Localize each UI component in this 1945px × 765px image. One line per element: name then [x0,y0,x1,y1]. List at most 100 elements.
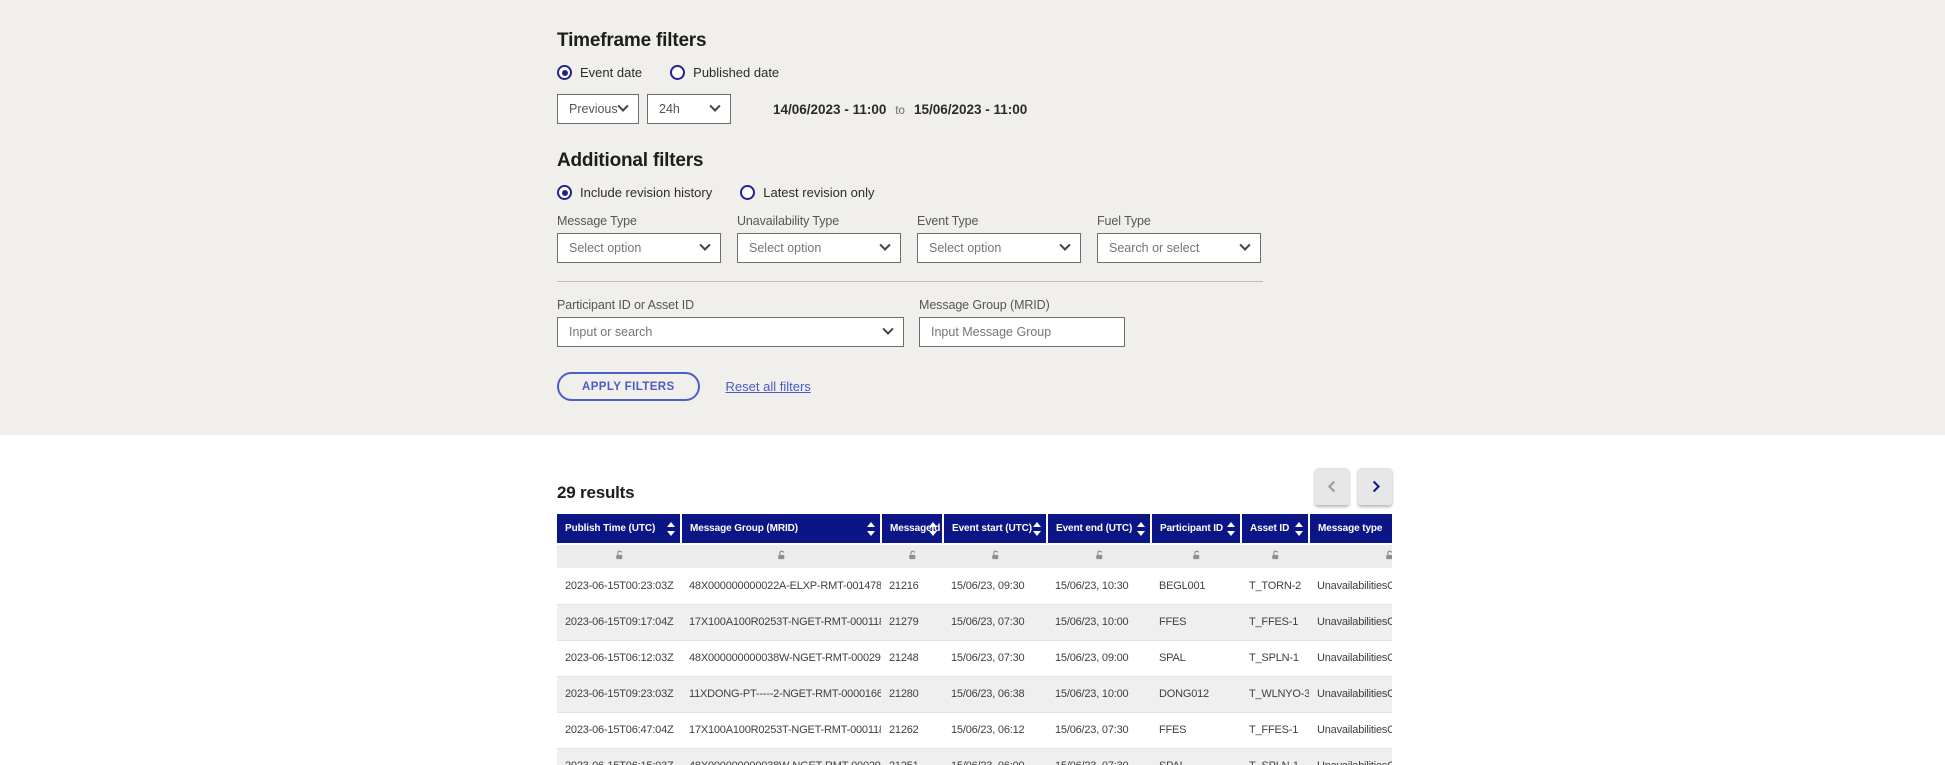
column-header-event-end-utc[interactable]: Event end (UTC) [1047,514,1152,545]
results-count: 29 results [557,483,635,502]
radio-published-date[interactable]: Published date [670,65,779,80]
unlock-icon [991,550,998,559]
lock-column-event-end-utc[interactable] [1047,544,1151,568]
sort-desc-icon[interactable] [1227,530,1235,536]
radio-include-revision-history[interactable]: Include revision history [557,185,712,200]
message-group-field: Message Group (MRID) [919,298,1125,347]
cell-participant-id: BEGL001 [1159,579,1206,592]
unavailability-type-label: Unavailability Type [737,214,840,228]
apply-filters-button[interactable]: APPLY FILTERS [557,372,700,401]
participant-combobox[interactable]: Input or search [557,317,904,347]
sort-arrows-icon[interactable] [867,521,875,536]
unavailability-type-select[interactable]: Select option [737,233,901,263]
sort-desc-icon[interactable] [667,530,675,536]
sort-asc-icon[interactable] [667,521,675,527]
column-header-label: Publish Time (UTC) [565,523,656,534]
column-header-message-group-mrid[interactable]: Message Group (MRID) [681,514,882,545]
sort-asc-icon[interactable] [867,521,875,527]
lock-column-asset-id[interactable] [1241,544,1309,568]
reset-all-filters-link[interactable]: Reset all filters [726,379,811,394]
participant-field: Participant ID or Asset ID Input or sear… [557,298,904,347]
event-type-select[interactable]: Select option [917,233,1081,263]
cell-asset-id: T_TORN-2 [1249,579,1301,592]
lock-column-participant-id[interactable] [1151,544,1241,568]
sort-arrows-icon[interactable] [1137,521,1145,536]
direction-select[interactable]: Previous [557,94,639,124]
unlock-icon [1271,550,1278,559]
cell-publish-time-utc: 2023-06-15T00:23:03Z [565,579,674,592]
column-header-label: Event start (UTC) [952,523,1032,534]
cell-message-type: UnavailabilitiesOf [1317,616,1392,628]
lock-column-messageid[interactable] [881,544,943,568]
column-header-asset-id[interactable]: Asset ID [1241,514,1310,545]
sort-asc-icon[interactable] [1227,521,1235,527]
sort-desc-icon[interactable] [1033,530,1041,536]
sort-desc-icon[interactable] [1295,530,1303,536]
sort-arrows-icon[interactable] [1033,521,1041,536]
event-type-placeholder: Select option [929,241,1002,255]
lock-column-event-start-utc[interactable] [943,544,1047,568]
chevron-down-icon [699,239,711,251]
table-row[interactable]: 2023-06-15T09:17:04Z 17X100A100R0253T-NGE… [557,604,1392,640]
radio-selected-icon[interactable] [557,65,572,80]
fuel-type-label: Fuel Type [1097,214,1151,228]
radio-event-date[interactable]: Event date [557,65,642,80]
cell-messageid: 21280 [889,688,919,700]
fuel-type-select[interactable]: Search or select [1097,233,1261,263]
sort-asc-icon[interactable] [929,521,937,527]
cell-participant-id: FFES [1159,616,1187,628]
message-group-input[interactable] [919,317,1125,347]
lock-column-message-type[interactable] [1309,544,1392,568]
sort-asc-icon[interactable] [1033,521,1041,527]
results-section: 29 results Publish Time (UTC) Message Gro… [0,435,1945,765]
table-row[interactable]: 2023-06-15T06:15:03Z48X000000000038W-NGE… [557,748,1392,765]
unlock-icon [1192,550,1199,559]
column-header-participant-id[interactable]: Participant ID [1151,514,1242,545]
sort-desc-icon[interactable] [1137,530,1145,536]
chevron-down-icon [882,323,894,335]
previous-page-button[interactable] [1315,468,1349,505]
cell-event-start-utc: 15/06/23, 07:30 [951,652,1025,664]
column-header-message-type[interactable]: Message type [1309,514,1392,545]
radio-latest-revision-only[interactable]: Latest revision only [740,185,875,200]
sort-asc-icon[interactable] [1137,521,1145,527]
sort-desc-icon[interactable] [867,530,875,536]
results-table-container[interactable]: Publish Time (UTC) Message Group (MRID) Me… [557,514,1392,765]
sort-desc-icon[interactable] [929,530,937,536]
message-type-label: Message Type [557,214,637,228]
column-header-messageid[interactable]: MessageId [881,514,944,545]
sort-arrows-icon[interactable] [929,521,937,536]
radio-unselected-icon[interactable] [670,65,686,80]
message-type-select[interactable]: Select option [557,233,721,263]
table-row[interactable]: 2023-06-15T00:23:03Z 48X000000000022A-ELX… [557,568,1392,604]
participant-label: Participant ID or Asset ID [557,298,695,312]
radio-selected-icon[interactable] [557,185,572,200]
column-header-label: Event end (UTC) [1056,523,1133,534]
filters-divider [557,281,1263,282]
chevron-down-icon [1239,239,1251,251]
radio-include-revision-label: Include revision history [580,185,713,200]
table-row[interactable]: 2023-06-15T09:23:03Z 11XDONG-PT-----2-NGE… [557,676,1392,712]
column-header-label: Message Group (MRID) [690,523,799,534]
lock-column-message-group-mrid[interactable] [681,544,881,568]
cell-messageid: 21216 [889,579,919,592]
lock-column-publish-time-utc[interactable] [557,544,681,568]
window-select-value: 24h [659,102,680,116]
sort-asc-icon[interactable] [1295,521,1303,527]
next-page-button[interactable] [1358,468,1392,505]
sort-arrows-icon[interactable] [1227,521,1235,536]
radio-unselected-icon[interactable] [740,185,756,200]
column-header-event-start-utc[interactable]: Event start (UTC) [943,514,1048,545]
column-header-publish-time-utc[interactable]: Publish Time (UTC) [557,514,682,545]
sort-arrows-icon[interactable] [1295,521,1303,536]
cell-participant-id: DONG012 [1159,688,1209,700]
table-row[interactable]: 2023-06-15T06:12:03Z 48X000000000038W-NGE… [557,640,1392,676]
chevron-down-icon [617,100,629,112]
cell-event-end-utc: 15/06/23, 09:00 [1055,652,1129,664]
table-row[interactable]: 2023-06-15T06:47:04Z 17X100A100R0253T-NGE… [557,712,1392,748]
window-select[interactable]: 24h [647,94,731,124]
chevron-down-icon [879,239,891,251]
cell-message-group-mrid: 17X100A100R0253T-NGET-RMT-00011877 [689,616,881,628]
sort-arrows-icon[interactable] [667,521,675,536]
cell-message-group-mrid: 48X000000000038W-NGET-RMT-00029162 [681,748,881,765]
